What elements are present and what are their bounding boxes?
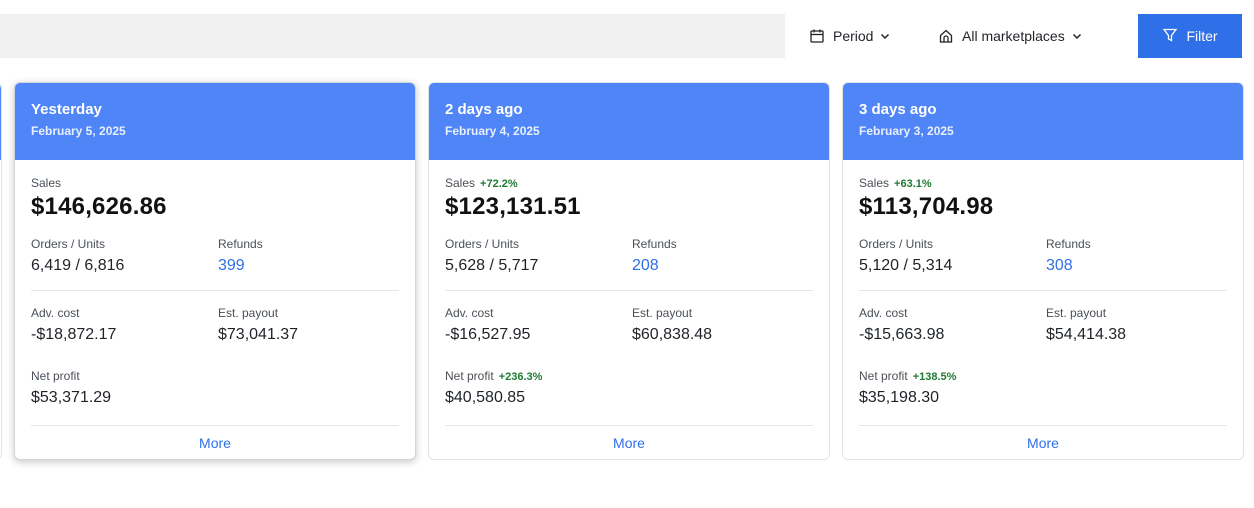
filter-label: Filter bbox=[1186, 28, 1218, 44]
sales-value: $123,131.51 bbox=[445, 193, 581, 220]
card-title: 2 days ago bbox=[445, 101, 523, 118]
sales-label-row: Sales +63.1% bbox=[859, 176, 932, 190]
net-profit-label: Net profit bbox=[31, 369, 80, 383]
previous-card-header bbox=[0, 83, 1, 160]
sales-delta: +63.1% bbox=[894, 178, 932, 190]
marketplace-dropdown[interactable]: All marketplaces bbox=[938, 14, 1083, 58]
orders-units: Orders / Units 6,419 / 6,816 bbox=[31, 237, 124, 275]
card-title: Yesterday bbox=[31, 101, 102, 118]
net-profit-label: Net profit bbox=[859, 369, 908, 383]
card-date: February 4, 2025 bbox=[445, 124, 540, 138]
sales-label: Sales bbox=[859, 176, 890, 190]
orders-units: Orders / Units 5,120 / 5,314 bbox=[859, 237, 952, 275]
net-profit-delta: +138.5% bbox=[912, 371, 957, 383]
card-header: 3 days ago February 3, 2025 bbox=[843, 83, 1243, 160]
est-payout-label: Est. payout bbox=[1046, 306, 1107, 320]
adv-cost-value: -$18,872.17 bbox=[31, 326, 117, 343]
card-date: February 3, 2025 bbox=[859, 124, 954, 138]
card-header: Yesterday February 5, 2025 bbox=[15, 83, 415, 160]
card-title: 3 days ago bbox=[859, 101, 937, 118]
more-link[interactable]: More bbox=[859, 425, 1227, 459]
orders-units: Orders / Units 5,628 / 5,717 bbox=[445, 237, 538, 275]
net-profit-value: $53,371.29 bbox=[31, 389, 112, 406]
net-profit-label-row: Net profit +138.5% bbox=[859, 369, 956, 383]
net-profit-label-row: Net profit +236.3% bbox=[445, 369, 542, 383]
refunds-link[interactable]: 208 bbox=[632, 257, 677, 275]
orders-value: 5,628 / 5,717 bbox=[445, 257, 539, 274]
sales-label: Sales bbox=[31, 176, 62, 190]
day-card[interactable]: 3 days ago February 3, 2025 Sales +63.1%… bbox=[842, 82, 1244, 460]
adv-cost-value: -$15,663.98 bbox=[859, 326, 945, 343]
orders-value: 5,120 / 5,314 bbox=[859, 257, 953, 274]
net-profit-label-row: Net profit bbox=[31, 369, 111, 383]
chevron-down-icon bbox=[1071, 30, 1083, 42]
sales-label-row: Sales bbox=[31, 176, 66, 190]
net-profit-label: Net profit bbox=[445, 369, 494, 383]
adv-cost-label: Adv. cost bbox=[859, 306, 908, 320]
net-profit: Net profit +236.3% $40,580.85 bbox=[445, 369, 542, 407]
divider bbox=[859, 290, 1227, 291]
home-icon bbox=[938, 28, 954, 44]
toolbar: Period All marketplaces Filter bbox=[0, 0, 1254, 70]
orders-label: Orders / Units bbox=[445, 237, 520, 251]
refunds: Refunds 208 bbox=[632, 237, 677, 275]
refunds-label: Refunds bbox=[632, 237, 677, 251]
refunds-link[interactable]: 308 bbox=[1046, 257, 1091, 275]
sales-delta: +72.2% bbox=[480, 178, 518, 190]
refunds: Refunds 399 bbox=[218, 237, 263, 275]
chevron-down-icon bbox=[879, 30, 891, 42]
day-card[interactable]: 2 days ago February 4, 2025 Sales +72.2%… bbox=[428, 82, 830, 460]
adv-cost-label: Adv. cost bbox=[31, 306, 80, 320]
filter-button[interactable]: Filter bbox=[1138, 14, 1242, 58]
divider bbox=[445, 290, 813, 291]
card-date: February 5, 2025 bbox=[31, 124, 126, 138]
est-payout: Est. payout $73,041.37 bbox=[218, 306, 298, 344]
adv-cost: Adv. cost -$16,527.95 bbox=[445, 306, 530, 344]
net-profit-value: $40,580.85 bbox=[445, 389, 526, 406]
orders-label: Orders / Units bbox=[31, 237, 106, 251]
adv-cost: Adv. cost -$18,872.17 bbox=[31, 306, 116, 344]
sales-value: $146,626.86 bbox=[31, 193, 167, 220]
est-payout-value: $54,414.38 bbox=[1046, 326, 1127, 343]
marketplace-label: All marketplaces bbox=[962, 28, 1065, 44]
adv-cost-value: -$16,527.95 bbox=[445, 326, 531, 343]
est-payout: Est. payout $54,414.38 bbox=[1046, 306, 1126, 344]
day-card[interactable]: Yesterday February 5, 2025 Sales $146,62… bbox=[14, 82, 416, 460]
net-profit: Net profit $53,371.29 bbox=[31, 369, 111, 407]
divider bbox=[31, 290, 399, 291]
period-dropdown[interactable]: Period bbox=[809, 14, 891, 58]
est-payout-value: $73,041.37 bbox=[218, 326, 299, 343]
funnel-icon bbox=[1162, 27, 1178, 46]
more-link[interactable]: More bbox=[31, 425, 399, 459]
refunds-label: Refunds bbox=[1046, 237, 1091, 251]
net-profit: Net profit +138.5% $35,198.30 bbox=[859, 369, 956, 407]
more-link[interactable]: More bbox=[445, 425, 813, 459]
refunds-link[interactable]: 399 bbox=[218, 257, 263, 275]
period-label: Period bbox=[833, 28, 874, 44]
refunds-label: Refunds bbox=[218, 237, 263, 251]
sales-label: Sales bbox=[445, 176, 476, 190]
est-payout: Est. payout $60,838.48 bbox=[632, 306, 712, 344]
est-payout-value: $60,838.48 bbox=[632, 326, 713, 343]
net-profit-value: $35,198.30 bbox=[859, 389, 940, 406]
orders-value: 6,419 / 6,816 bbox=[31, 257, 125, 274]
est-payout-label: Est. payout bbox=[218, 306, 279, 320]
est-payout-label: Est. payout bbox=[632, 306, 693, 320]
previous-card-edge bbox=[0, 82, 2, 460]
sales-value: $113,704.98 bbox=[859, 193, 994, 220]
search-bar[interactable] bbox=[0, 14, 785, 58]
net-profit-delta: +236.3% bbox=[498, 371, 543, 383]
adv-cost: Adv. cost -$15,663.98 bbox=[859, 306, 944, 344]
calendar-icon bbox=[809, 28, 825, 44]
orders-label: Orders / Units bbox=[859, 237, 934, 251]
card-header: 2 days ago February 4, 2025 bbox=[429, 83, 829, 160]
adv-cost-label: Adv. cost bbox=[445, 306, 494, 320]
sales-label-row: Sales +72.2% bbox=[445, 176, 518, 190]
refunds: Refunds 308 bbox=[1046, 237, 1091, 275]
